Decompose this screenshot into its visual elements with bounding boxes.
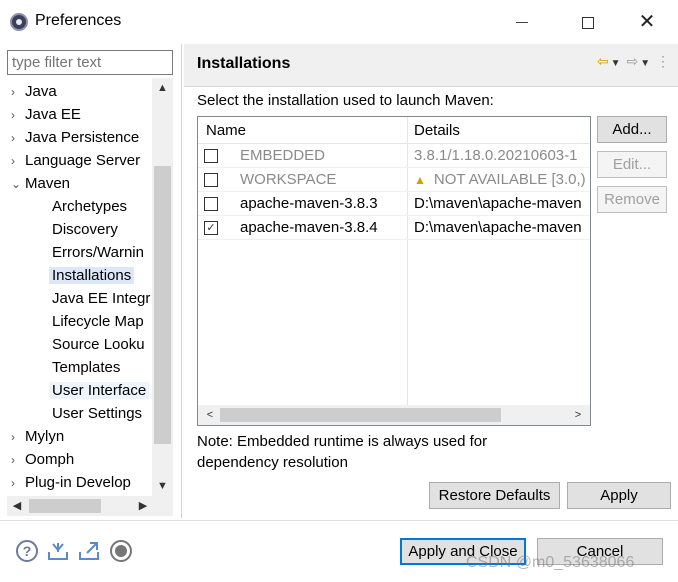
row-checkbox[interactable] xyxy=(204,197,218,211)
maximize-icon xyxy=(582,16,594,29)
filter-input[interactable] xyxy=(8,51,172,74)
header-separator xyxy=(184,86,678,87)
chevron-right-icon[interactable]: › xyxy=(11,127,25,150)
export-icon[interactable] xyxy=(78,540,100,562)
tree-horizontal-scrollbar[interactable]: ◀ ▶ xyxy=(7,496,173,516)
chevron-right-icon[interactable]: › xyxy=(11,449,25,472)
import-icon[interactable] xyxy=(47,540,69,562)
table-row[interactable]: EMBEDDED 3.8.1/1.18.0.20210603-1 xyxy=(198,144,590,168)
record-icon[interactable] xyxy=(110,540,132,562)
remove-button[interactable]: Remove xyxy=(597,186,667,213)
scroll-down-icon[interactable]: ▼ xyxy=(152,476,173,496)
footer-separator xyxy=(0,520,678,521)
page-title: Installations xyxy=(197,55,291,72)
column-header-name[interactable]: Name xyxy=(206,122,246,139)
scrollbar-thumb[interactable] xyxy=(220,408,501,422)
title-bar: Preferences ✕ xyxy=(0,0,678,44)
chevron-down-icon[interactable]: ⌄ xyxy=(11,173,25,196)
window-title: Preferences xyxy=(35,12,122,29)
add-button[interactable]: Add... xyxy=(597,116,667,143)
chevron-right-icon[interactable]: › xyxy=(11,104,25,127)
embedded-runtime-note: Note: Embedded runtime is always used fo… xyxy=(197,433,488,471)
installations-table: Name Details EMBEDDED 3.8.1/1.18.0.20210… xyxy=(197,116,591,426)
tree-item-java-ee-integration[interactable]: Java EE Integr xyxy=(52,287,150,310)
maximize-button[interactable] xyxy=(566,6,610,38)
table-row[interactable]: ✓ apache-maven-3.8.4 D:\maven\apache-mav… xyxy=(198,216,590,240)
eclipse-app-icon xyxy=(10,13,28,31)
tree-item-templates[interactable]: Templates xyxy=(52,356,120,379)
tree-item-errors-warnings[interactable]: Errors/Warnin xyxy=(52,241,144,264)
tree-item-user-interface[interactable]: User Interface xyxy=(49,379,150,402)
help-icon[interactable]: ? xyxy=(16,540,38,562)
scroll-right-icon[interactable]: > xyxy=(568,405,588,425)
watermark-text: CSDN @m0_53638066 xyxy=(466,554,635,571)
row-checkbox[interactable] xyxy=(204,149,218,163)
tree-item-plugin-development[interactable]: › Plug-in Develop xyxy=(11,471,131,490)
tree-item-lifecycle-mappings[interactable]: Lifecycle Map xyxy=(52,310,144,333)
table-header: Name Details xyxy=(198,117,590,144)
column-header-details[interactable]: Details xyxy=(414,122,460,139)
tree-item-mylyn[interactable]: › Mylyn xyxy=(11,425,64,448)
row-checkbox[interactable] xyxy=(204,173,218,187)
edit-button[interactable]: Edit... xyxy=(597,151,667,178)
checkmark-icon: ✓ xyxy=(206,222,216,234)
table-horizontal-scrollbar[interactable]: < > xyxy=(198,405,590,425)
chevron-right-icon[interactable]: › xyxy=(11,426,25,449)
scroll-right-icon[interactable]: ▶ xyxy=(133,496,153,516)
tree-item-archetypes[interactable]: Archetypes xyxy=(52,195,127,218)
filter-field[interactable] xyxy=(7,50,173,75)
close-icon: ✕ xyxy=(638,11,656,33)
scrollbar-thumb[interactable] xyxy=(29,499,101,513)
scroll-left-icon[interactable]: ◀ xyxy=(7,496,27,516)
tree-vertical-scrollbar[interactable]: ▲ ▼ xyxy=(152,78,173,496)
tree-item-language-server[interactable]: › Language Server xyxy=(11,149,140,172)
instruction-text: Select the installation used to launch M… xyxy=(197,92,494,109)
scroll-left-icon[interactable]: < xyxy=(200,405,220,425)
tree-item-java-ee[interactable]: › Java EE xyxy=(11,103,81,126)
preferences-tree: › Java › Java EE › Java Persistence › Langua… xyxy=(7,80,173,490)
scrollbar-thumb[interactable] xyxy=(154,166,171,444)
tree-item-oomph[interactable]: › Oomph xyxy=(11,448,74,471)
forward-arrow-icon[interactable]: ⇨ xyxy=(626,53,638,70)
chevron-right-icon[interactable]: › xyxy=(11,472,25,490)
back-dropdown-icon[interactable]: ▼ xyxy=(611,58,621,69)
chevron-right-icon[interactable]: › xyxy=(11,150,25,173)
minimize-icon xyxy=(516,22,528,24)
close-button[interactable]: ✕ xyxy=(625,6,669,38)
page-header: Installations ⇦ ▼ ⇨ ▼ ⋮ xyxy=(184,44,678,86)
forward-dropdown-icon[interactable]: ▼ xyxy=(640,58,650,69)
warning-icon: ▲ xyxy=(414,173,426,187)
table-row[interactable]: apache-maven-3.8.3 D:\maven\apache-maven xyxy=(198,192,590,216)
panel-divider[interactable] xyxy=(181,44,182,518)
view-menu-icon[interactable]: ⋮ xyxy=(656,53,670,70)
tree-item-java-persistence[interactable]: › Java Persistence xyxy=(11,126,139,149)
row-checkbox[interactable]: ✓ xyxy=(204,221,218,235)
tree-item-java[interactable]: › Java xyxy=(11,80,57,103)
chevron-right-icon[interactable]: › xyxy=(11,81,25,104)
back-arrow-icon[interactable]: ⇦ xyxy=(597,53,609,70)
restore-defaults-button[interactable]: Restore Defaults xyxy=(429,482,560,509)
tree-item-discovery[interactable]: Discovery xyxy=(52,218,118,241)
tree-item-source-lookup[interactable]: Source Looku xyxy=(52,333,145,356)
tree-item-installations[interactable]: Installations xyxy=(49,264,135,287)
minimize-button[interactable] xyxy=(500,6,544,38)
tree-item-user-settings[interactable]: User Settings xyxy=(52,402,142,425)
apply-button[interactable]: Apply xyxy=(567,482,671,509)
scroll-up-icon[interactable]: ▲ xyxy=(152,78,173,98)
page-nav-toolbar: ⇦ ▼ ⇨ ▼ ⋮ xyxy=(595,53,670,70)
table-row[interactable]: WORKSPACE ▲ NOT AVAILABLE [3.0,) xyxy=(198,168,590,192)
tree-item-maven[interactable]: ⌄ Maven xyxy=(11,172,70,195)
